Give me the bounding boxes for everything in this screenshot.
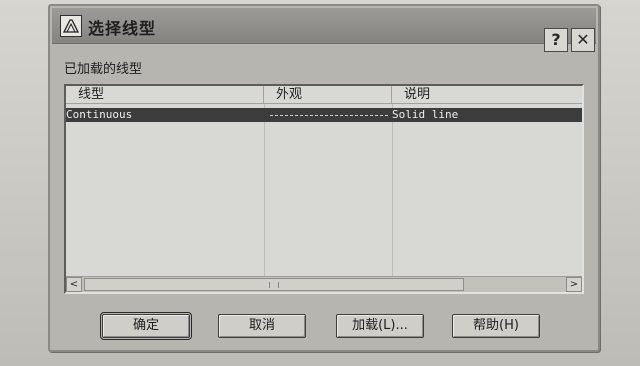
scroll-thumb[interactable] xyxy=(84,278,464,291)
help-button[interactable]: 帮助(H) xyxy=(452,314,540,338)
linetype-description: Solid line xyxy=(392,108,459,121)
scroll-right-icon[interactable]: > xyxy=(566,277,582,292)
column-header-appearance[interactable]: 外观 xyxy=(264,86,392,104)
loaded-linetypes-label: 已加载的线型 xyxy=(64,62,143,77)
window-title: 选择线型 xyxy=(88,19,157,38)
close-icon[interactable]: ✕ xyxy=(571,28,595,52)
select-linetype-dialog: 选择线型 ? ✕ 已加载的线型 线型 外观 说明 Continuous Soli… xyxy=(48,4,600,352)
horizontal-scrollbar[interactable]: < > xyxy=(66,276,582,292)
column-divider xyxy=(392,104,393,276)
list-header: 线型 外观 说明 xyxy=(66,86,582,104)
table-row[interactable]: Continuous Solid line xyxy=(66,108,582,122)
column-header-linetype[interactable]: 线型 xyxy=(66,86,264,104)
title-bar: 选择线型 xyxy=(52,8,596,44)
scroll-left-icon[interactable]: < xyxy=(66,277,82,292)
linetype-appearance xyxy=(270,108,388,122)
app-icon xyxy=(60,15,82,37)
column-divider xyxy=(264,104,265,276)
linetype-name: Continuous xyxy=(66,108,133,121)
linetype-list[interactable]: 线型 外观 说明 Continuous Solid line < > xyxy=(64,84,584,294)
cancel-button[interactable]: 取消 xyxy=(218,314,306,338)
help-icon[interactable]: ? xyxy=(544,28,568,52)
column-header-description[interactable]: 说明 xyxy=(392,86,582,104)
ok-button[interactable]: 确定 xyxy=(100,312,192,340)
load-button[interactable]: 加载(L)... xyxy=(336,314,424,338)
